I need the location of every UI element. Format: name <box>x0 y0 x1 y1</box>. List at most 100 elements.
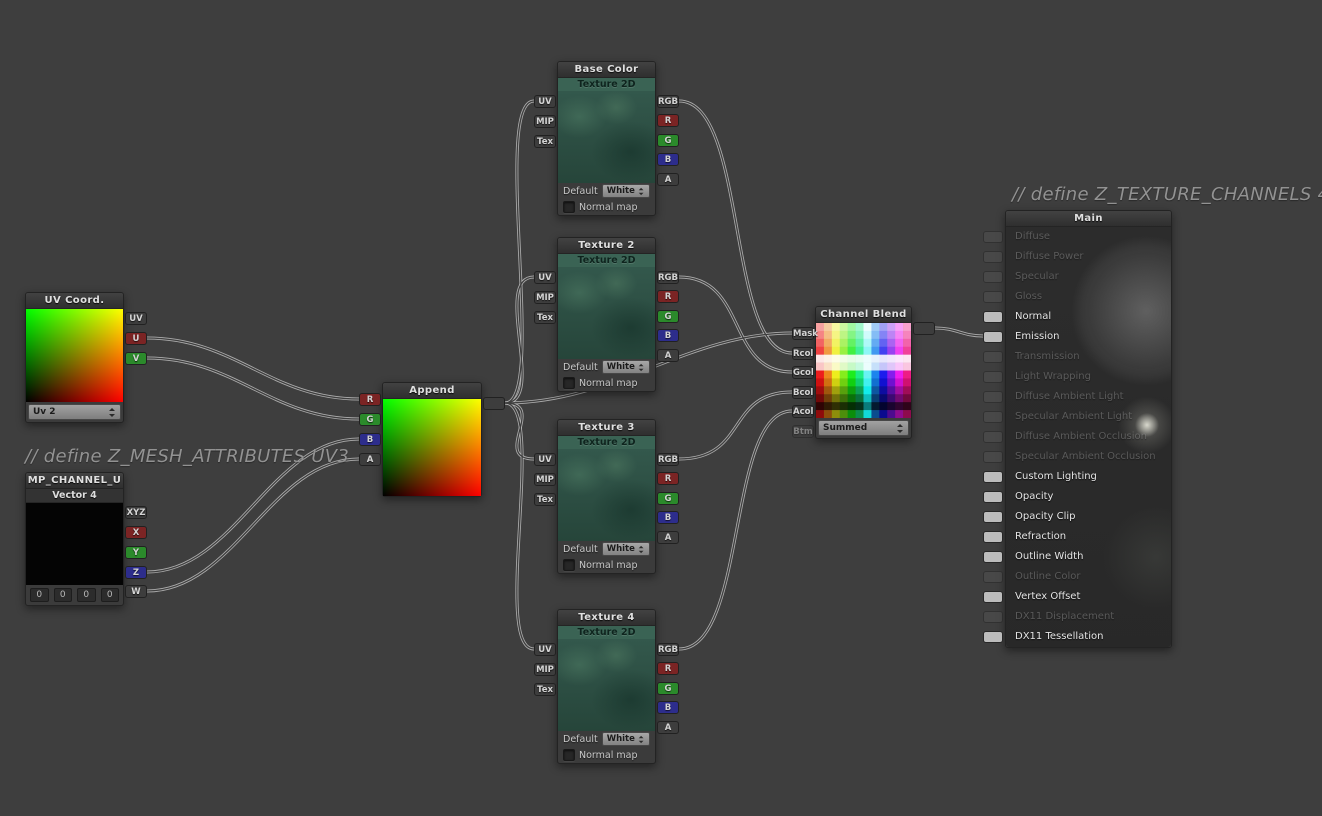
main-input-dx11-tessellation[interactable]: DX11 Tessellation <box>1006 627 1171 647</box>
node-title[interactable]: UV Coord. <box>26 293 123 309</box>
normal-map-checkbox[interactable] <box>563 377 575 389</box>
main-input-specular-ambient-occlusion[interactable]: Specular Ambient Occlusion <box>1006 447 1171 467</box>
output-port-z[interactable]: Z <box>125 566 147 579</box>
output-port-rgb[interactable]: RGB <box>657 453 679 466</box>
input-port-acol[interactable]: Acol <box>792 405 814 418</box>
main-input-custom-lighting[interactable]: Custom Lighting <box>1006 467 1171 487</box>
input-port-tex[interactable]: Tex <box>534 493 556 506</box>
node-main[interactable]: Main DiffuseDiffuse PowerSpecularGlossNo… <box>1005 210 1172 648</box>
node-texture-3[interactable]: Texture 3 Texture 2D Default White Norma… <box>557 419 656 574</box>
output-port-r[interactable]: R <box>657 114 679 127</box>
input-port-mip[interactable]: MIP <box>534 473 556 486</box>
output-port-x[interactable]: X <box>125 526 147 539</box>
output-port-r[interactable]: R <box>657 662 679 675</box>
main-input-dx11-displacement[interactable]: DX11 Displacement <box>1006 607 1171 627</box>
main-input-specular[interactable]: Specular <box>1006 267 1171 287</box>
output-port-rgb[interactable]: RGB <box>657 271 679 284</box>
input-slot[interactable] <box>983 271 1003 283</box>
output-port-a[interactable]: A <box>657 721 679 734</box>
input-slot[interactable] <box>983 231 1003 243</box>
node-title[interactable]: Texture 3 <box>558 420 655 436</box>
node-append[interactable]: Append R G B A <box>382 382 482 497</box>
output-port-y[interactable]: Y <box>125 546 147 559</box>
output-port-v[interactable]: V <box>125 352 147 365</box>
node-title[interactable]: Channel Blend <box>816 307 911 323</box>
input-slot[interactable] <box>983 531 1003 543</box>
input-slot[interactable] <box>983 591 1003 603</box>
output-port-b[interactable]: B <box>657 701 679 714</box>
input-port-uv[interactable]: UV <box>534 643 556 656</box>
input-slot[interactable] <box>983 571 1003 583</box>
input-port-r[interactable]: R <box>359 393 381 406</box>
input-port-b[interactable]: B <box>359 433 381 446</box>
node-texture-base-color[interactable]: Base Color Texture 2D Default White Norm… <box>557 61 656 216</box>
input-slot[interactable] <box>983 351 1003 363</box>
main-input-opacity[interactable]: Opacity <box>1006 487 1171 507</box>
input-slot[interactable] <box>983 611 1003 623</box>
output-port-rgb[interactable]: RGB <box>657 95 679 108</box>
output-port-uv[interactable]: UV <box>125 312 147 325</box>
default-color-dropdown[interactable]: White <box>602 542 650 556</box>
node-graph-canvas[interactable]: // define Z_TEXTURE_CHANNELS 4 // define… <box>0 0 1322 816</box>
input-port-mip[interactable]: MIP <box>534 291 556 304</box>
input-port-btm[interactable]: Btm <box>792 425 814 438</box>
output-port-a[interactable]: A <box>657 173 679 186</box>
input-port-uv[interactable]: UV <box>534 271 556 284</box>
value-x-field[interactable]: 0 <box>30 588 49 602</box>
node-texture-2[interactable]: Texture 2 Texture 2D Default White Norma… <box>557 237 656 392</box>
main-input-normal[interactable]: Normal <box>1006 307 1171 327</box>
main-input-opacity-clip[interactable]: Opacity Clip <box>1006 507 1171 527</box>
output-port-a[interactable]: A <box>657 349 679 362</box>
output-port-u[interactable]: U <box>125 332 147 345</box>
main-input-transmission[interactable]: Transmission <box>1006 347 1171 367</box>
main-input-specular-ambient-light[interactable]: Specular Ambient Light <box>1006 407 1171 427</box>
value-y-field[interactable]: 0 <box>54 588 73 602</box>
output-port-g[interactable]: G <box>657 310 679 323</box>
main-input-refraction[interactable]: Refraction <box>1006 527 1171 547</box>
normal-map-checkbox[interactable] <box>563 559 575 571</box>
normal-map-checkbox[interactable] <box>563 749 575 761</box>
input-slot[interactable] <box>983 451 1003 463</box>
value-w-field[interactable]: 0 <box>101 588 120 602</box>
input-port-tex[interactable]: Tex <box>534 311 556 324</box>
output-port[interactable] <box>483 397 505 410</box>
main-input-diffuse[interactable]: Diffuse <box>1006 227 1171 247</box>
main-input-outline-color[interactable]: Outline Color <box>1006 567 1171 587</box>
default-color-dropdown[interactable]: White <box>602 360 650 374</box>
output-port-r[interactable]: R <box>657 472 679 485</box>
main-input-diffuse-ambient-occlusion[interactable]: Diffuse Ambient Occlusion <box>1006 427 1171 447</box>
input-port-tex[interactable]: Tex <box>534 135 556 148</box>
output-port-b[interactable]: B <box>657 329 679 342</box>
input-port-uv[interactable]: UV <box>534 95 556 108</box>
node-title[interactable]: Main <box>1006 211 1171 227</box>
input-slot[interactable] <box>983 371 1003 383</box>
main-input-emission[interactable]: Emission <box>1006 327 1171 347</box>
node-texture-4[interactable]: Texture 4 Texture 2D Default White Norma… <box>557 609 656 764</box>
main-input-outline-width[interactable]: Outline Width <box>1006 547 1171 567</box>
input-port-mip[interactable]: MIP <box>534 663 556 676</box>
input-port-bcol[interactable]: Bcol <box>792 386 814 399</box>
node-title[interactable]: Texture 2 <box>558 238 655 254</box>
input-slot[interactable] <box>983 331 1003 343</box>
output-port-g[interactable]: G <box>657 682 679 695</box>
node-title[interactable]: MP_CHANNEL_U <box>26 473 123 489</box>
node-title[interactable]: Append <box>383 383 481 399</box>
input-slot[interactable] <box>983 491 1003 503</box>
input-slot[interactable] <box>983 311 1003 323</box>
output-port[interactable] <box>913 322 935 335</box>
input-port-a[interactable]: A <box>359 453 381 466</box>
input-slot[interactable] <box>983 431 1003 443</box>
output-port-b[interactable]: B <box>657 511 679 524</box>
main-input-light-wrapping[interactable]: Light Wrapping <box>1006 367 1171 387</box>
default-color-dropdown[interactable]: White <box>602 732 650 746</box>
value-z-field[interactable]: 0 <box>77 588 96 602</box>
input-port-uv[interactable]: UV <box>534 453 556 466</box>
output-port-g[interactable]: G <box>657 492 679 505</box>
input-port-mask[interactable]: Mask <box>792 327 814 340</box>
output-port-b[interactable]: B <box>657 153 679 166</box>
main-input-diffuse-power[interactable]: Diffuse Power <box>1006 247 1171 267</box>
output-port-w[interactable]: W <box>125 585 147 598</box>
output-port-r[interactable]: R <box>657 290 679 303</box>
node-channel-blend[interactable]: Channel Blend Summed Mask Rcol Gcol Bcol… <box>815 306 912 439</box>
input-slot[interactable] <box>983 511 1003 523</box>
